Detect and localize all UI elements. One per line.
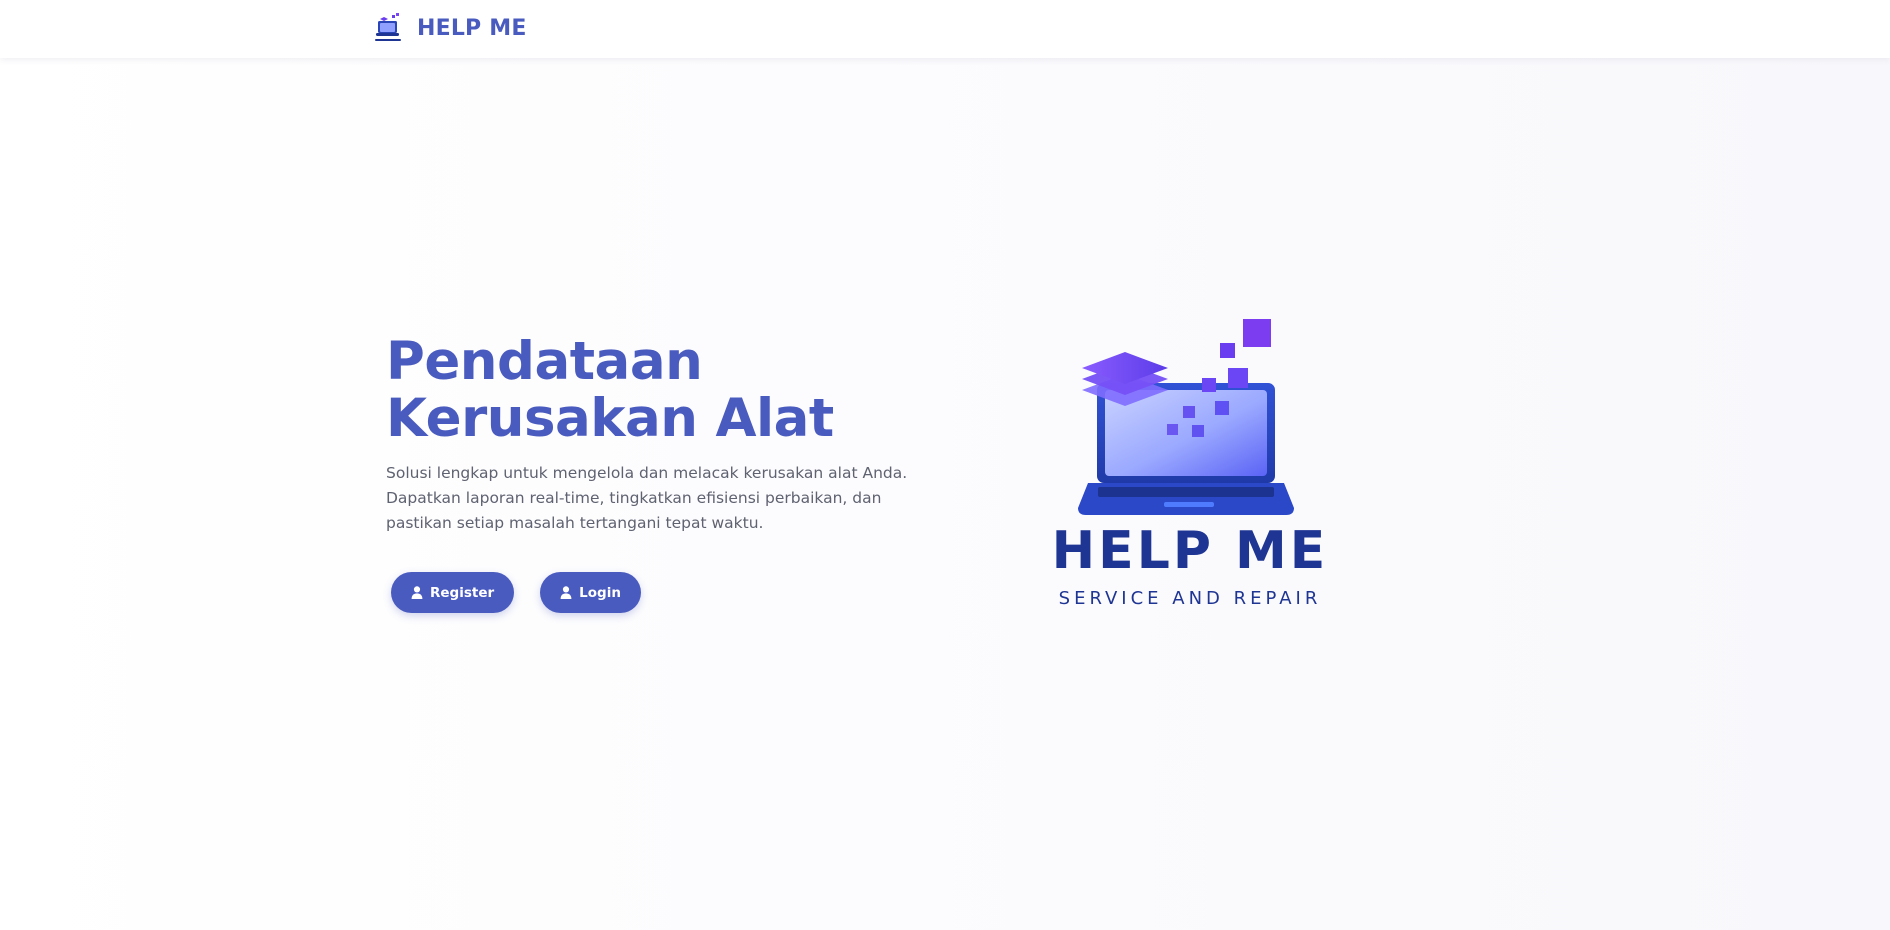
illustration-title: HELP ME	[1051, 521, 1329, 581]
hero-title: Pendataan Kerusakan Alat	[386, 333, 946, 447]
hero-title-line2: Kerusakan Alat	[386, 388, 834, 449]
register-button-label: Register	[430, 584, 495, 601]
brand-name: HELP ME	[417, 15, 527, 41]
landing-page: HELP ME Pendataan Kerusakan Alat Solusi …	[0, 0, 1890, 930]
user-icon	[411, 586, 423, 599]
user-icon	[560, 586, 572, 599]
hero-description: Solusi lengkap untuk mengelola dan melac…	[386, 464, 908, 532]
hero-illustration: HELP ME SERVICE AND REPAIR	[1040, 313, 1340, 613]
brand-link[interactable]: HELP ME	[373, 12, 527, 44]
navbar: HELP ME	[0, 0, 1890, 58]
hero-actions: Register Login	[386, 572, 946, 613]
hero-section: Pendataan Kerusakan Alat Solusi lengkap …	[386, 333, 946, 613]
login-button-label: Login	[579, 584, 621, 601]
hero-title-line1: Pendataan	[386, 331, 703, 392]
laptop-logo-icon	[375, 13, 401, 41]
register-button[interactable]: Register	[391, 572, 515, 613]
laptop-illustration-icon	[1078, 319, 1294, 515]
illustration-subtitle: SERVICE AND REPAIR	[1058, 588, 1322, 609]
login-button[interactable]: Login	[540, 572, 641, 613]
